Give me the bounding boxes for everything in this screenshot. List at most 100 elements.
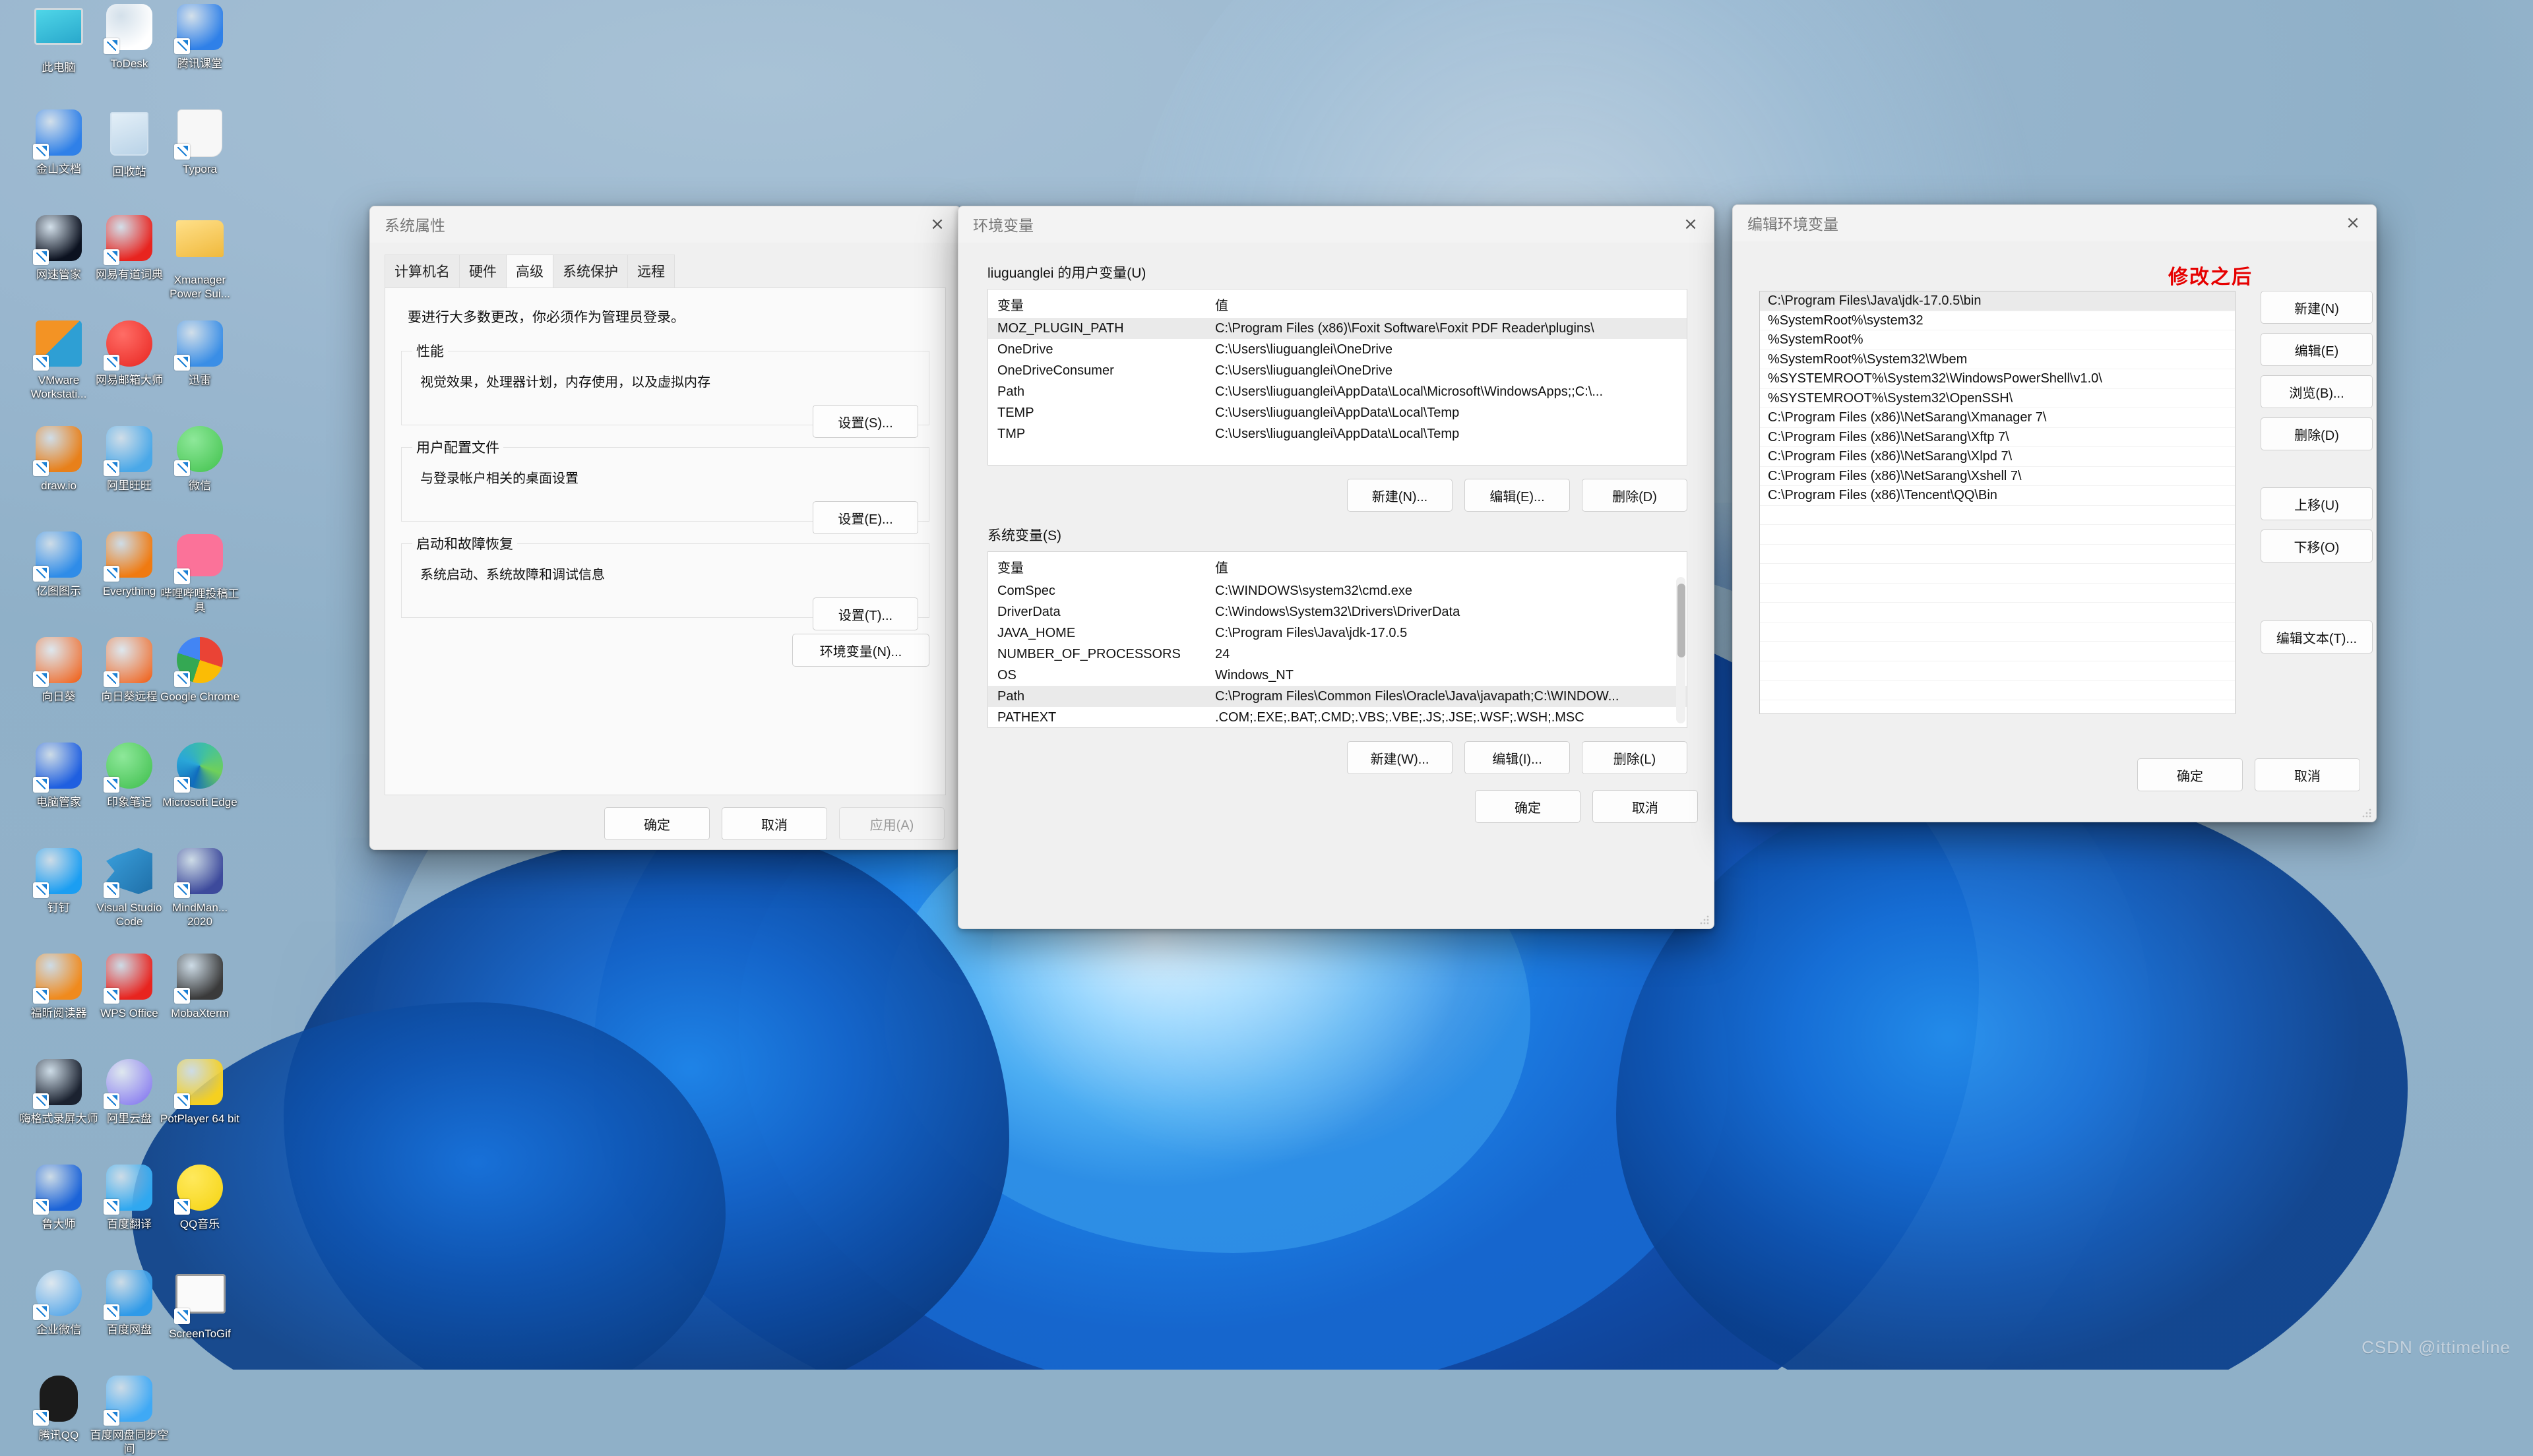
table-row[interactable]: OneDriveConsumer C:\Users\liuguanglei\One… [988,360,1687,381]
user-variables-table[interactable]: 变量 值 MOZ_PLUGIN_PATH C:\Program Files (x8… [987,289,1687,466]
path-list-empty-row[interactable] [1760,564,2235,584]
table-row[interactable]: TMP C:\Users\liuguanglei\AppData\Local\Te… [988,423,1687,444]
system-edit-button[interactable]: 编辑(I)... [1464,741,1570,774]
desktop-icon-qq-music[interactable]: QQ音乐 [158,1163,241,1231]
path-list-empty-row[interactable] [1760,622,2235,642]
path-list-item[interactable]: %SYSTEMROOT%\System32\WindowsPowerShell\… [1760,369,2235,389]
path-list-item[interactable]: %SystemRoot% [1760,330,2235,350]
path-list-item[interactable]: C:\Program Files (x86)\NetSarang\Xlpd 7\ [1760,447,2235,467]
path-list-empty-row[interactable] [1760,603,2235,622]
path-list-item[interactable]: %SYSTEMROOT%\System32\OpenSSH\ [1760,389,2235,408]
user-delete-button[interactable]: 删除(D) [1582,479,1687,512]
desktop-icon-potplayer[interactable]: PotPlayer 64 bit [158,1058,241,1126]
tab-remote[interactable]: 远程 [627,255,675,288]
performance-button-row: 设置(S)... [412,405,918,438]
startup-recovery-settings-button[interactable]: 设置(T)... [813,597,918,630]
close-icon[interactable]: × [1668,206,1714,242]
close-icon[interactable]: × [2330,205,2376,241]
path-list-item[interactable]: C:\Program Files (x86)\NetSarang\Xftp 7\ [1760,428,2235,447]
path-list-item[interactable]: C:\Program Files (x86)\NetSarang\Xmanage… [1760,408,2235,428]
path-list-item[interactable]: %SystemRoot%\system32 [1760,311,2235,330]
path-list-empty-row[interactable] [1760,584,2235,603]
resize-grip[interactable] [1700,915,1709,925]
tab-system-protection[interactable]: 系统保护 [553,255,628,288]
path-list-empty-row[interactable] [1760,681,2235,700]
performance-settings-button[interactable]: 设置(S)... [813,405,918,438]
desktop-icon-typora[interactable]: Typora [158,108,241,176]
system-properties-tabs[interactable]: 计算机名 硬件 高级 系统保护 远程 [385,255,960,288]
table-row[interactable]: MOZ_PLUGIN_PATH C:\Program Files (x86)\Fo… [988,318,1687,339]
table-row[interactable]: DriverData C:\Windows\System32\Drivers\Dr… [988,601,1687,622]
table-row[interactable]: JAVA_HOME C:\Program Files\Java\jdk-17.0.… [988,622,1687,644]
browse-path-button[interactable]: 浏览(B)... [2261,375,2373,408]
desktop-icon-wechat[interactable]: 微信 [158,425,241,493]
table-row[interactable]: NUMBER_OF_PROCESSORS 24 [988,644,1687,665]
user-profile-settings-button[interactable]: 设置(E)... [813,501,918,534]
desktop-icon-xmanager-folder[interactable]: Xmanager Power Sui... [158,214,241,301]
system-variables-rows[interactable]: ComSpec C:\WINDOWS\system32\cmd.exe Driver… [988,580,1687,727]
desktop-icon-screentogif[interactable]: ScreenToGif [158,1269,241,1341]
system-new-button[interactable]: 新建(W)... [1347,741,1453,774]
path-list-empty-row[interactable] [1760,545,2235,564]
user-variables-rows[interactable]: MOZ_PLUGIN_PATH C:\Program Files (x86)\Fo… [988,318,1687,444]
move-down-button[interactable]: 下移(O) [2261,530,2373,562]
tab-hardware[interactable]: 硬件 [459,255,507,288]
desktop-icon-tencent-classroom[interactable]: 腾讯课堂 [158,3,241,71]
resize-grip[interactable] [2362,808,2371,818]
path-list-empty-row[interactable] [1760,506,2235,525]
env-vars-cancel-button[interactable]: 取消 [1592,790,1698,823]
edit-env-titlebar[interactable]: 编辑环境变量 × [1733,205,2376,241]
table-row[interactable]: TEMP C:\Users\liuguanglei\AppData\Local\T… [988,402,1687,423]
path-list-item[interactable]: C:\Program Files (x86)\NetSarang\Xshell … [1760,467,2235,486]
shortcut-arrow-icon [33,249,49,265]
system-variable-value: C:\Program Files\Java\jdk-17.0.5 [1215,625,1408,640]
move-up-button[interactable]: 上移(U) [2261,487,2373,520]
system-properties-ok-button[interactable]: 确定 [604,807,710,840]
table-row[interactable]: OneDrive C:\Users\liuguanglei\OneDrive [988,339,1687,360]
path-list-empty-row[interactable] [1760,525,2235,545]
path-list-item[interactable]: %SystemRoot%\System32\Wbem [1760,350,2235,369]
edit-environment-variable-window[interactable]: 编辑环境变量 × 修改之后 C:\Program Files\Java\jdk-… [1732,204,2377,822]
tab-advanced[interactable]: 高级 [506,255,553,288]
system-properties-titlebar[interactable]: 系统属性 × [370,206,960,243]
close-icon[interactable]: × [914,206,960,242]
shortcut-arrow-icon [33,566,49,582]
path-list-empty-row[interactable] [1760,700,2235,714]
path-list-empty-row[interactable] [1760,661,2235,681]
system-delete-button[interactable]: 删除(L) [1582,741,1687,774]
environment-variables-button[interactable]: 环境变量(N)... [792,634,929,667]
system-variables-table[interactable]: 变量 值 ComSpec C:\WINDOWS\system32\cmd.exe D… [987,551,1687,728]
desktop-icon-bilibili-upload[interactable]: 哔哩哔哩投稿工具 [158,530,241,615]
new-path-button[interactable]: 新建(N) [2261,291,2373,324]
table-row[interactable]: Path C:\Users\liuguanglei\AppData\Local\M… [988,381,1687,402]
tab-computer-name[interactable]: 计算机名 [385,255,460,288]
path-entry-list[interactable]: C:\Program Files\Java\jdk-17.0.5\bin %Sys… [1759,291,2236,714]
edit-path-button[interactable]: 编辑(E) [2261,333,2373,366]
user-edit-button[interactable]: 编辑(E)... [1464,479,1570,512]
user-new-button[interactable]: 新建(N)... [1347,479,1453,512]
system-variables-scrollbar-thumb[interactable] [1677,584,1685,657]
desktop-icon-mindmanager[interactable]: MindMan... 2020 [158,847,241,928]
table-row[interactable]: ComSpec C:\WINDOWS\system32\cmd.exe [988,580,1687,601]
delete-path-button[interactable]: 删除(D) [2261,417,2373,450]
environment-variables-window[interactable]: 环境变量 × liuguanglei 的用户变量(U) 变量 值 MOZ_PLU… [958,206,1714,929]
table-row[interactable]: PATHEXT .COM;.EXE;.BAT;.CMD;.VBS;.VBE;.JS… [988,707,1687,727]
system-properties-cancel-button[interactable]: 取消 [722,807,827,840]
edit-text-button[interactable]: 编辑文本(T)... [2261,621,2373,653]
system-properties-apply-button[interactable]: 应用(A) [839,807,945,840]
edit-env-ok-button[interactable]: 确定 [2137,758,2243,791]
env-vars-titlebar[interactable]: 环境变量 × [958,206,1714,243]
desktop-icon-edge[interactable]: Microsoft Edge [158,741,241,809]
desktop-icon-baidu-netdisk-sync[interactable]: 百度网盘同步空间 [88,1374,171,1456]
table-row[interactable]: Path C:\Program Files\Common Files\Oracle… [988,686,1687,707]
desktop-icon-chrome[interactable]: Google Chrome [158,636,241,704]
path-list-item[interactable]: C:\Program Files\Java\jdk-17.0.5\bin [1760,291,2235,311]
path-list-item[interactable]: C:\Program Files (x86)\Tencent\QQ\Bin [1760,486,2235,506]
desktop-icon-thunder[interactable]: 迅雷 [158,319,241,387]
system-properties-window[interactable]: 系统属性 × 计算机名 硬件 高级 系统保护 远程 要进行大多数更改，你必须作为… [369,206,961,850]
desktop-icon-mobaxterm[interactable]: MobaXterm [158,952,241,1020]
table-row[interactable]: OS Windows_NT [988,665,1687,686]
env-vars-ok-button[interactable]: 确定 [1475,790,1580,823]
path-list-empty-row[interactable] [1760,642,2235,661]
edit-env-cancel-button[interactable]: 取消 [2255,758,2360,791]
